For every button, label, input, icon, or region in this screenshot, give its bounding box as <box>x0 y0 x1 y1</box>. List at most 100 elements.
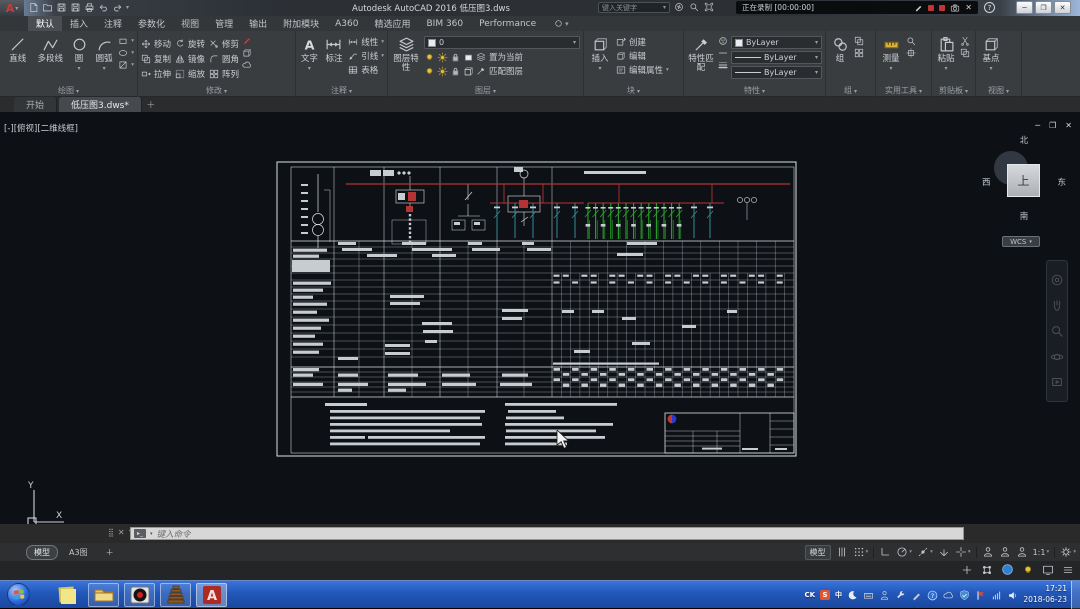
new-drawing-tab-button[interactable]: ＋ <box>144 97 158 112</box>
doc-close-icon[interactable]: ✕ <box>1065 121 1072 130</box>
ribbon-tab-6[interactable]: 输出 <box>241 16 275 31</box>
file-tab-start[interactable]: 开始 <box>14 97 57 112</box>
color-list-icon[interactable] <box>718 36 728 46</box>
move-button[interactable]: 移动 <box>141 38 171 50</box>
panel-label-block[interactable]: 块▾ <box>584 85 683 96</box>
close-button[interactable]: ✕ <box>1054 1 1071 14</box>
layout-tab-a3[interactable]: A3图 <box>62 546 95 559</box>
hardware-acceleration-toggle[interactable] <box>1001 563 1014 576</box>
match-properties-button[interactable]: 特性匹配 <box>687 33 715 74</box>
tray-editor-icon[interactable] <box>911 590 922 601</box>
tray-flag-icon[interactable] <box>975 590 986 601</box>
dimension-button[interactable]: 标注 <box>323 33 346 64</box>
create-block-button[interactable]: 创建 <box>616 36 669 48</box>
point-button[interactable] <box>906 48 916 58</box>
paste-button[interactable]: 粘贴▾ <box>935 33 957 73</box>
object-color-dropdown[interactable]: ByLayer▾ <box>731 36 822 49</box>
application-menu-button[interactable]: A▾ <box>0 0 24 16</box>
scale-button[interactable]: 缩放 <box>175 68 205 80</box>
add-tool-button[interactable] <box>961 564 973 576</box>
quick-select-button[interactable] <box>906 36 916 46</box>
cmd-close-icon[interactable]: ✕ <box>118 528 125 537</box>
tray-volume-icon[interactable] <box>1007 590 1018 601</box>
polyline-button[interactable]: 多段线 <box>36 33 66 64</box>
viewport-controls-label[interactable]: [-][俯视][二维线框] <box>4 122 78 134</box>
trim-button[interactable]: 修剪 <box>209 38 239 50</box>
panel-label-modify[interactable]: 修改▾ <box>138 85 295 96</box>
plot-icon[interactable] <box>84 2 95 13</box>
fillet-button[interactable]: 圆角 <box>209 53 239 65</box>
explode-button[interactable] <box>242 48 252 58</box>
orbit-icon[interactable] <box>1050 350 1064 364</box>
panel-label-utilities[interactable]: 实用工具▾ <box>876 85 931 96</box>
isolate-objects-toggle[interactable] <box>1022 564 1034 576</box>
layer-plot-toggle[interactable] <box>463 52 474 63</box>
hatch-button[interactable]: ▾ <box>118 60 134 70</box>
wcs-dropdown[interactable]: WCS▾ <box>1002 236 1040 247</box>
linear-dim-button[interactable]: 线性▾ <box>348 36 384 48</box>
command-input[interactable]: ▸_ ▾ 键入命令 <box>130 527 964 540</box>
taskbar-clock[interactable]: 17:21 2018-06-23 <box>1023 584 1067 605</box>
ribbon-tab-2[interactable]: 注释 <box>96 16 130 31</box>
annotation-scale-icon[interactable] <box>1016 546 1028 558</box>
taskbar-explorer-button[interactable] <box>88 583 119 607</box>
lineweight-dropdown[interactable]: ByLayer▾ <box>731 66 822 79</box>
recent-commands-icon[interactable]: ▸_ <box>134 529 146 538</box>
annotation-scale-dropdown[interactable]: 1:1▾ <box>1033 548 1050 557</box>
redo-icon[interactable] <box>112 2 123 13</box>
group-button[interactable]: 组 <box>829 33 851 64</box>
tray-keyboard-icon[interactable] <box>863 590 874 601</box>
recording-stop-icon[interactable] <box>939 5 945 11</box>
clean-screen-toggle[interactable] <box>1042 564 1054 576</box>
tray-user-icon[interactable] <box>879 590 890 601</box>
polar-tracking-toggle[interactable]: ▾ <box>896 546 912 558</box>
ribbon-tab-4[interactable]: 视图 <box>173 16 207 31</box>
viewcube-top-face[interactable]: 上 <box>1007 164 1040 197</box>
tray-ime-label[interactable]: 中 <box>835 590 842 600</box>
leader-button[interactable]: 引线▾ <box>348 50 384 62</box>
stretch-button[interactable]: 拉伸 <box>141 68 171 80</box>
infocenter-search-input[interactable]: 键入关键字▾ <box>598 2 670 13</box>
layer-off-toggle[interactable] <box>424 66 435 77</box>
taskbar-recorder-button[interactable] <box>124 583 155 607</box>
measure-button[interactable]: 测量▾ <box>879 33 903 73</box>
array-button[interactable]: 阵列 <box>209 68 239 80</box>
panel-label-group[interactable]: 组▾ <box>826 85 875 96</box>
recording-pause-icon[interactable] <box>928 5 934 11</box>
snap-mode-toggle[interactable]: ▾ <box>853 546 869 558</box>
tray-shield-icon[interactable] <box>959 590 970 601</box>
layer-lock-toggle[interactable] <box>450 52 461 63</box>
line-button[interactable]: 直线 <box>3 33 33 64</box>
tray-moon-icon[interactable] <box>847 590 858 601</box>
dynamic-input-toggle[interactable]: ▾ <box>955 546 971 558</box>
table-button[interactable]: 表格 <box>348 64 384 76</box>
drawing-grid-toggle[interactable] <box>836 546 848 558</box>
circle-button[interactable]: 圆▾ <box>68 33 90 73</box>
taskbar-autocad-button[interactable]: A <box>196 583 227 607</box>
save-icon[interactable] <box>56 2 67 13</box>
rectangle-button[interactable]: ▾ <box>118 36 134 46</box>
lineweight-list-icon[interactable] <box>718 60 728 70</box>
model-space-badge[interactable]: 模型 <box>805 545 831 560</box>
drawing-viewport[interactable]: [-][俯视][二维线框] ─ ❐ ✕ 北 南 西 东 上 WCS▾ <box>0 112 1080 524</box>
customization-gear[interactable]: ▾ <box>1060 546 1076 558</box>
panel-label-clipboard[interactable]: 剪贴板▾ <box>932 85 975 96</box>
search-icon[interactable] <box>689 2 699 12</box>
new-file-icon[interactable] <box>28 2 39 13</box>
viewcube-north-label[interactable]: 北 <box>982 134 1066 146</box>
layer-freeze-toggle[interactable] <box>437 52 448 63</box>
edit-block-button[interactable]: 编辑 <box>616 50 669 62</box>
doc-restore-icon[interactable]: ❐ <box>1049 121 1056 130</box>
help-icon[interactable]: ? <box>984 2 995 13</box>
copy-button[interactable]: 复制 <box>141 53 171 65</box>
viewcube[interactable]: 北 南 西 东 上 <box>982 134 1066 226</box>
autoscale-toggle[interactable] <box>999 546 1011 558</box>
layer-isolate-toggle[interactable] <box>463 66 474 77</box>
layer-thaw-toggle[interactable] <box>437 66 448 77</box>
layer-on-toggle[interactable] <box>424 52 435 63</box>
panel-label-properties[interactable]: 特性▾ <box>684 85 825 96</box>
ribbon-tab-a360[interactable]: A360 <box>327 16 366 31</box>
linetype-dropdown[interactable]: ByLayer▾ <box>731 51 822 64</box>
ellipse-button[interactable]: ▾ <box>118 48 134 58</box>
layer-unlock-toggle[interactable] <box>450 66 461 77</box>
